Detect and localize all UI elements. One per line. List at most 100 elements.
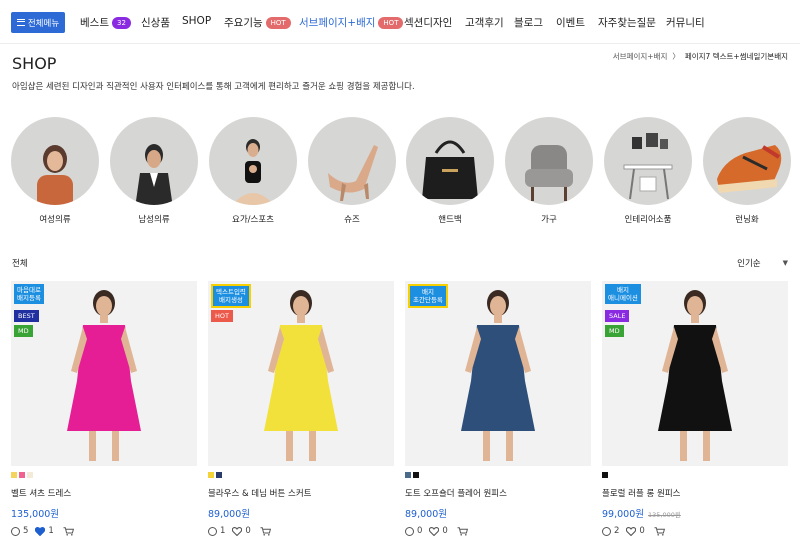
breadcrumb-current: 페이지7 텍스트+썸네일기본배지 <box>684 52 788 61</box>
badge-line: 초간단등록 <box>413 296 443 304</box>
nav-badge: HOT <box>378 16 404 29</box>
badge-line: 애니메이션 <box>608 294 638 302</box>
nav-item-10[interactable]: 커뮤니티 <box>666 15 705 30</box>
comment-icon[interactable] <box>602 526 611 536</box>
product-name[interactable]: 블라우스 & 데님 버튼 스커트 <box>208 487 394 499</box>
color-swatch[interactable] <box>208 472 214 478</box>
product-card[interactable]: 배지 애니메이션 SALE MD 플로럴 러플 롱 원피스 99,000원 135,000원… <box>602 281 788 536</box>
badge-line: 텍스트입력 <box>216 288 246 296</box>
badge-line: 배지등록 <box>17 294 41 302</box>
nav-item-5[interactable]: 섹션디자인 <box>404 15 452 30</box>
comment-icon[interactable] <box>11 526 20 536</box>
nav-item-label: 베스트 <box>80 17 109 29</box>
custom-badge: 텍스트입력 배지생성 <box>211 284 251 308</box>
status-badge: HOT <box>211 310 233 322</box>
product-image[interactable]: 텍스트입력 배지생성 HOT <box>208 281 394 466</box>
category-item[interactable]: 여성의류 <box>11 117 99 225</box>
heart-icon[interactable] <box>429 526 440 536</box>
product-name[interactable]: 벨트 셔츠 드레스 <box>11 487 197 499</box>
nav-badge: HOT <box>265 16 291 29</box>
category-label: 슈즈 <box>344 215 360 225</box>
nav-item-6[interactable]: 고객후기 <box>465 15 504 30</box>
price-current: 135,000원 <box>11 509 60 520</box>
nav-item-label: 이벤트 <box>556 17 585 29</box>
color-swatches <box>405 472 591 479</box>
cart-icon[interactable] <box>654 526 665 536</box>
color-swatch[interactable] <box>413 472 419 478</box>
nav-item-label: 섹션디자인 <box>404 17 453 29</box>
category-item[interactable]: 가구 <box>505 117 593 225</box>
nav-item-1[interactable]: 신상품 <box>141 15 170 30</box>
category-item[interactable]: 남성의류 <box>110 117 198 225</box>
product-image[interactable]: 배지 초간단등록 <box>405 281 591 466</box>
status-badge: MD <box>14 325 33 337</box>
price-current: 89,000원 <box>208 509 250 520</box>
comment-icon[interactable] <box>208 526 217 536</box>
color-swatch[interactable] <box>11 472 17 478</box>
desk-photo <box>604 117 692 205</box>
product-card[interactable]: 배지 초간단등록 도트 오프숄더 플레어 원피스 89,000원 0 0 <box>405 281 591 536</box>
nav-item-label: 서브페이지+배지 <box>299 17 376 29</box>
nav-item-3[interactable]: 주요기능 HOT <box>224 15 291 30</box>
heart-icon[interactable] <box>626 526 637 536</box>
heart-icon[interactable] <box>35 526 46 536</box>
product-price: 89,000원 <box>405 506 591 520</box>
category-item[interactable]: 요가/스포츠 <box>209 117 297 225</box>
category-label: 요가/스포츠 <box>232 215 274 225</box>
badge-line: 배지 <box>616 286 629 294</box>
category-item[interactable]: 핸드백 <box>406 117 494 225</box>
all-menu-button[interactable]: 전체메뉴 <box>11 12 65 33</box>
price-current: 99,000원 <box>602 509 644 520</box>
armchair-photo <box>505 117 593 205</box>
product-name[interactable]: 도트 오프숄더 플레어 원피스 <box>405 487 591 499</box>
badge-line: 마음대로 <box>17 286 41 294</box>
page-description: 아임샵은 세련된 디자인과 직관적인 사용자 인터페이스를 통해 고객에게 편리… <box>12 82 415 92</box>
handbag-photo <box>406 117 494 205</box>
nav-item-9[interactable]: 자주찾는질문 <box>598 15 656 30</box>
product-image[interactable]: 마음대로 배지등록 BEST MD <box>11 281 197 466</box>
category-label: 가구 <box>541 215 557 225</box>
color-swatch[interactable] <box>602 472 608 478</box>
status-badge: BEST <box>14 310 39 322</box>
category-item[interactable]: 슈즈 <box>308 117 396 225</box>
filter-all-label[interactable]: 전체 <box>12 257 28 269</box>
product-card[interactable]: 마음대로 배지등록 BEST MD 벨트 셔츠 드레스 135,000원 5 1 <box>11 281 197 536</box>
nav-item-label: 자주찾는질문 <box>598 17 656 29</box>
color-swatch[interactable] <box>405 472 411 478</box>
product-image[interactable]: 배지 애니메이션 SALE MD <box>602 281 788 466</box>
color-swatches <box>11 472 197 479</box>
comment-icon[interactable] <box>405 526 414 536</box>
cart-icon[interactable] <box>63 526 74 536</box>
nav-item-4[interactable]: 서브페이지+배지 HOT <box>299 15 404 30</box>
man-photo <box>110 117 198 205</box>
category-label: 핸드백 <box>438 215 462 225</box>
color-swatch[interactable] <box>216 472 222 478</box>
nav-item-7[interactable]: 블로그 <box>514 15 543 30</box>
nav-item-0[interactable]: 베스트 32 <box>80 15 131 30</box>
nav-item-2[interactable]: SHOP <box>182 15 211 27</box>
product-price: 89,000원 <box>208 506 394 520</box>
custom-badge: 마음대로 배지등록 <box>14 284 44 304</box>
category-item[interactable]: 런닝화 <box>703 117 791 225</box>
product-price: 135,000원 <box>11 506 197 520</box>
nav-item-label: 블로그 <box>514 17 543 29</box>
cart-icon[interactable] <box>457 526 468 536</box>
category-item[interactable]: 인테리어소품 <box>604 117 692 225</box>
top-navigation: 전체메뉴 베스트 32 신상품 SHOP 주요기능 HOT 서브페이지+배지 HOT 섹션디자인… <box>0 0 800 44</box>
product-card[interactable]: 텍스트입력 배지생성 HOT 블라우스 & 데님 버튼 스커트 89,000원 1 0 <box>208 281 394 536</box>
hamburger-icon <box>16 19 25 26</box>
heels-photo <box>308 117 396 205</box>
category-label: 런닝화 <box>735 215 759 225</box>
breadcrumb-item[interactable]: 서브페이지+배지 <box>613 51 668 62</box>
cart-icon[interactable] <box>260 526 271 536</box>
color-swatches <box>208 472 394 479</box>
color-swatch[interactable] <box>19 472 25 478</box>
all-menu-label: 전체메뉴 <box>27 18 60 29</box>
color-swatch[interactable] <box>27 472 33 478</box>
heart-icon[interactable] <box>232 526 243 536</box>
price-current: 89,000원 <box>405 509 447 520</box>
product-name[interactable]: 플로럴 러플 롱 원피스 <box>602 487 788 499</box>
nav-item-label: 커뮤니티 <box>666 17 705 29</box>
nav-item-8[interactable]: 이벤트 <box>556 15 585 30</box>
sort-select[interactable]: 인기순 ▼ <box>737 257 788 269</box>
